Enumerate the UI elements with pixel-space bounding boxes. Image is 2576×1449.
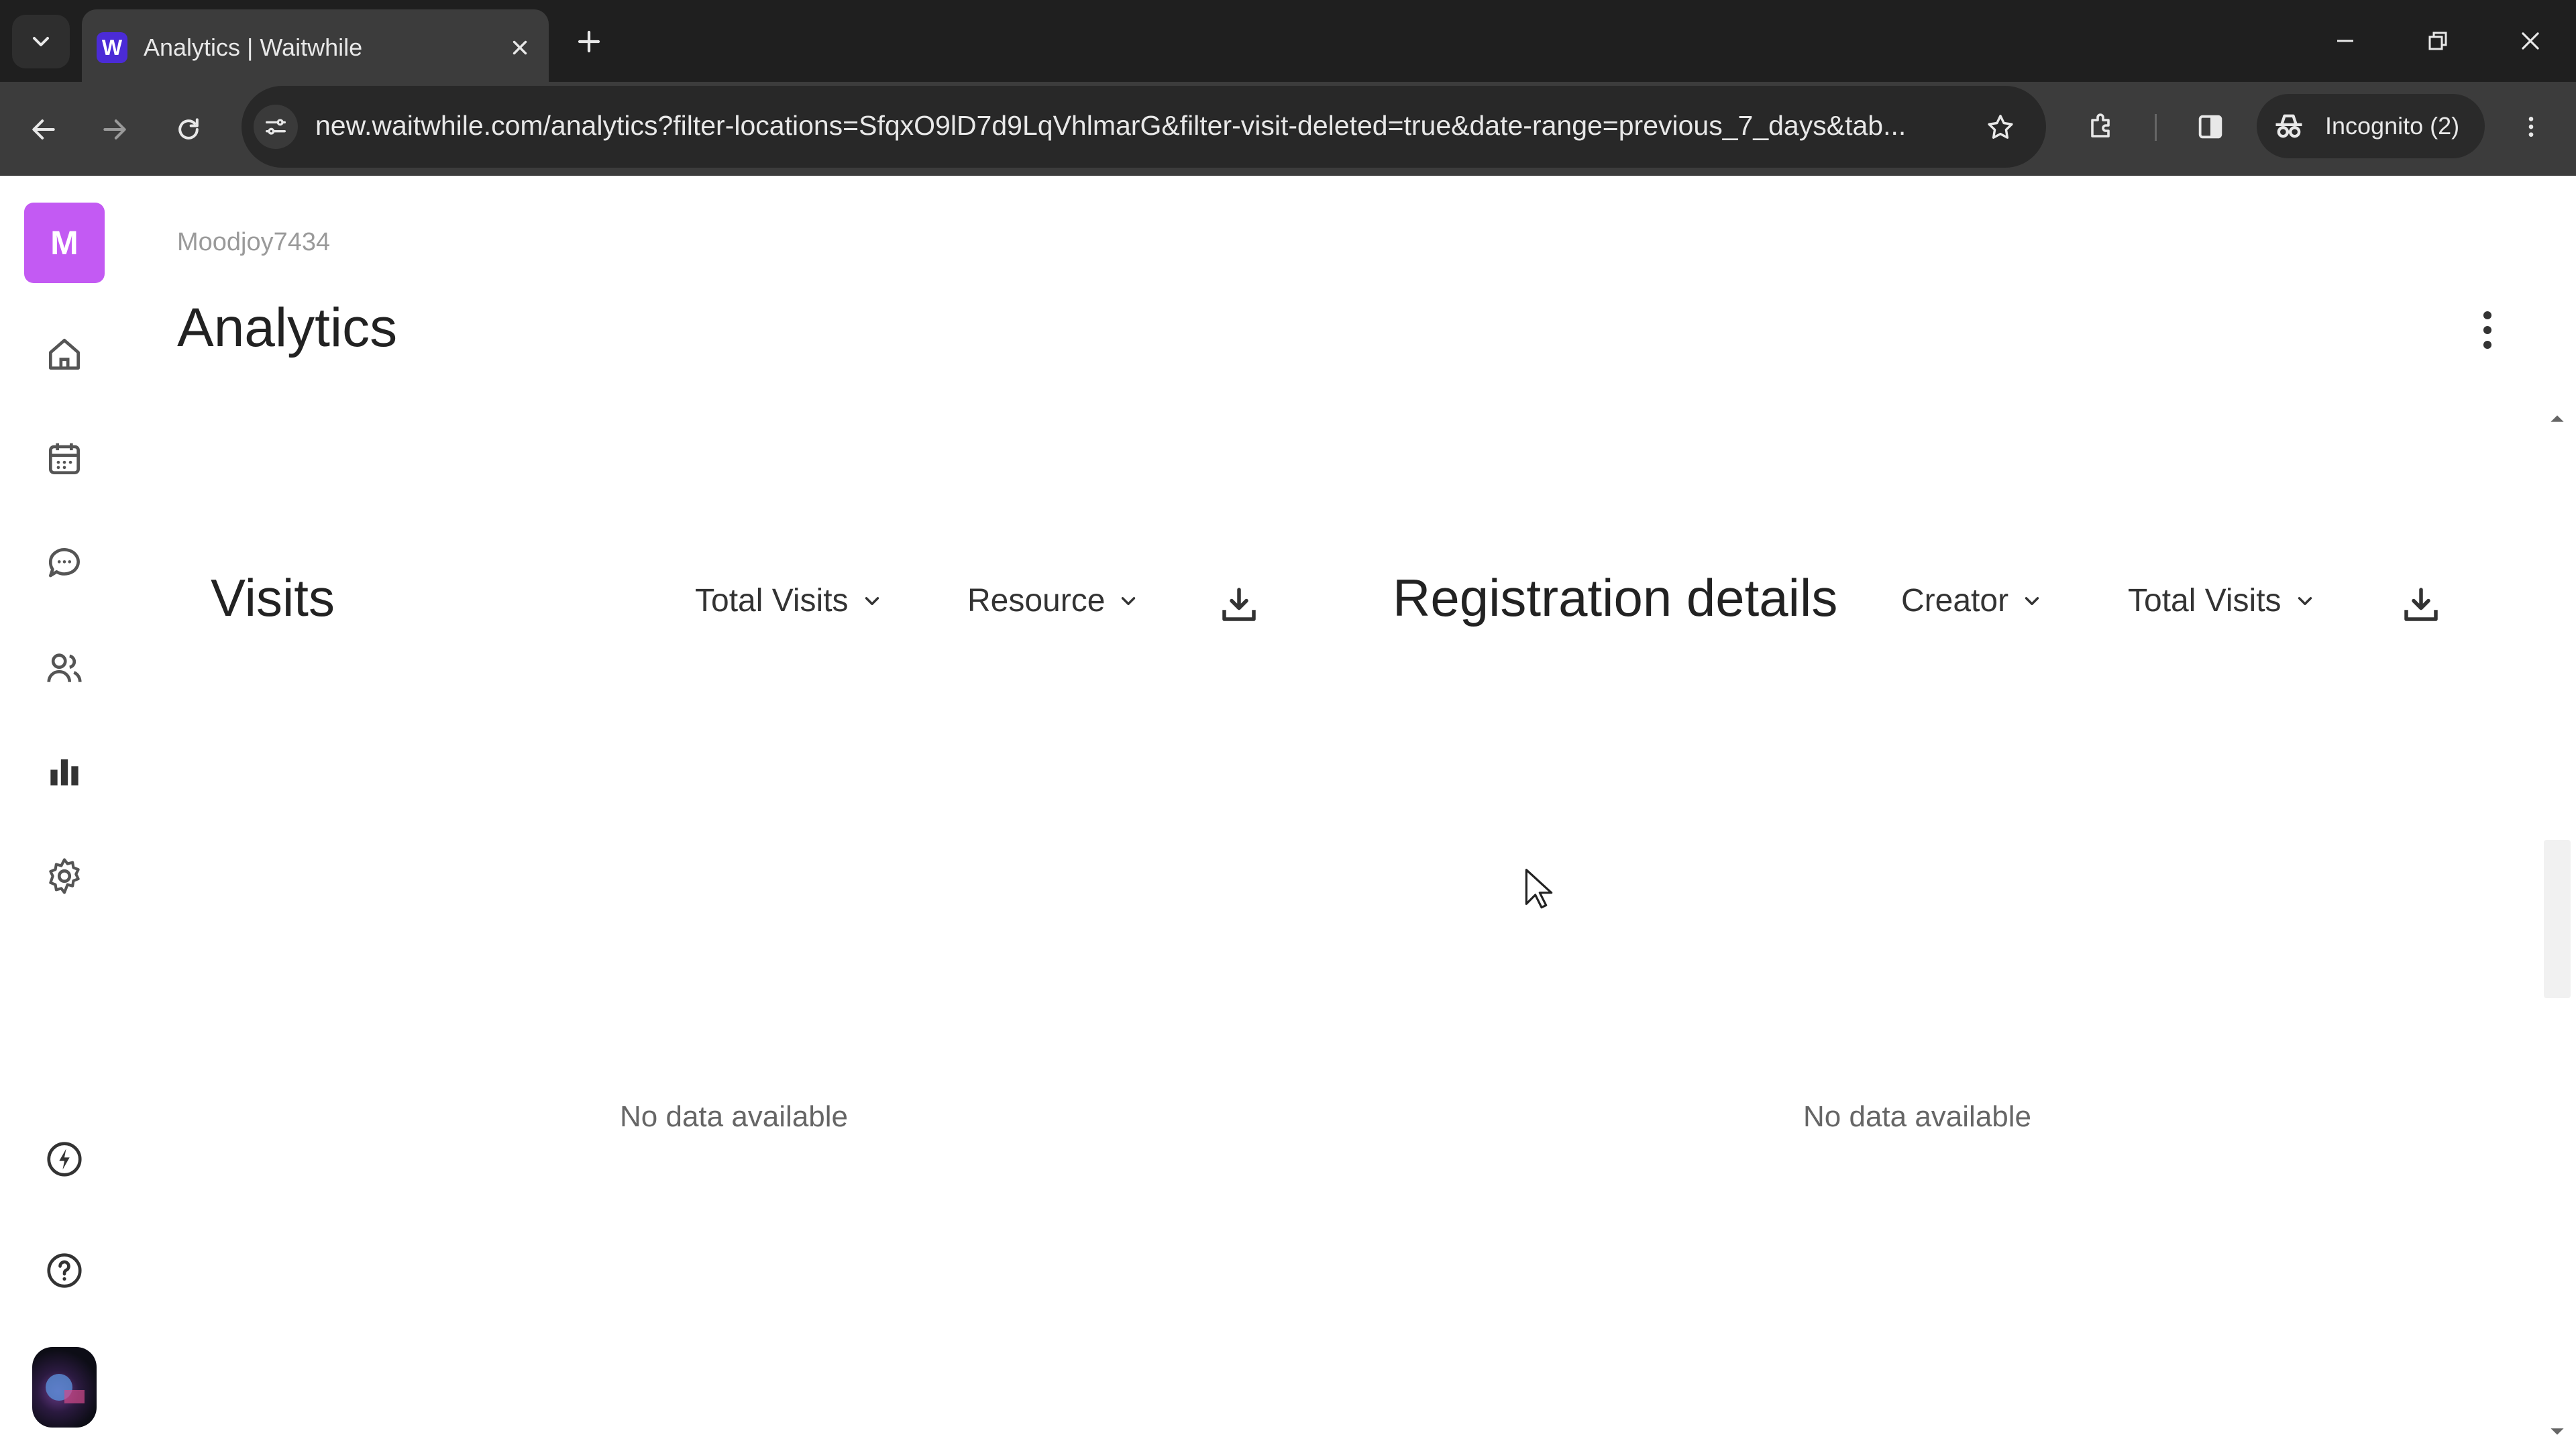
home-icon [49,339,80,370]
chevron-down-icon [2298,596,2312,605]
more-vertical-icon [2483,311,2492,350]
arrow-right-icon [103,119,126,140]
reload-icon [178,118,199,140]
sidebar-item-home[interactable] [40,330,89,378]
browser-tab-active[interactable]: W Analytics | Waitwhile [82,9,549,82]
registration-download-button[interactable] [2398,581,2445,628]
download-icon [2404,588,2438,621]
analytics-icon [50,759,78,786]
workspace-name[interactable]: Moodjoy7434 [177,228,330,257]
visits-empty-state: No data available [620,1100,849,1133]
visits-title: Visits [211,568,335,627]
user-avatar[interactable] [32,1347,97,1428]
browser-menu-button[interactable] [2508,103,2555,150]
reload-button[interactable] [165,106,212,153]
registration-empty-state: No data available [1803,1100,2032,1133]
waitwhile-favicon-icon: W [97,32,127,63]
tune-icon [266,119,286,135]
restore-icon [2428,32,2447,50]
calendar-icon [49,443,80,474]
side-panel-button[interactable] [2187,103,2234,150]
back-button[interactable] [20,106,67,153]
puzzle-icon [2091,113,2110,138]
page-title: Analytics [177,297,398,358]
restore-button[interactable] [2404,11,2471,71]
registration-metric-dropdown[interactable]: Total Visits [2128,582,2316,619]
url-text[interactable]: new.waitwhile.com/analytics?filter-locat… [315,110,1952,142]
browser-tab-bar: W Analytics | Waitwhile [0,0,2576,82]
close-window-button[interactable] [2497,11,2564,71]
avatar-graphic [64,1390,85,1403]
settings-icon [49,858,80,894]
sidebar-item-whats-new[interactable] [40,1135,89,1183]
close-icon [513,40,527,55]
visits-metric-dropdown[interactable]: Total Visits [695,582,883,619]
toolbar-divider [2155,114,2157,141]
incognito-icon [2275,114,2302,138]
sidebar-item-customers[interactable] [40,644,89,692]
chevron-down-icon [865,596,879,605]
minimize-button[interactable] [2312,11,2379,71]
tab-title: Analytics | Waitwhile [144,34,363,61]
dropdown-label: Resource [967,583,1106,619]
incognito-badge[interactable]: Incognito (2) [2257,94,2485,158]
chevron-down-icon [33,37,49,46]
sidebar-item-help[interactable] [40,1246,89,1295]
download-icon [1222,588,1256,621]
site-info-button[interactable] [254,105,298,149]
workspace-logo[interactable]: M [24,203,105,283]
dropdown-label: Creator [1901,583,2009,619]
address-bar[interactable]: new.waitwhile.com/analytics?filter-locat… [241,86,2046,168]
dropdown-label: Total Visits [2128,583,2282,619]
bookmark-button[interactable] [1979,106,2022,149]
lightning-icon [47,1142,82,1177]
incognito-label: Incognito (2) [2325,112,2460,140]
registration-title: Registration details [1393,568,1838,627]
chat-icon [49,548,80,578]
new-tab-button[interactable] [568,20,610,63]
visits-download-button[interactable] [1216,581,1263,628]
scroll-down-arrow-icon[interactable] [2549,1424,2565,1440]
star-icon [1988,115,2013,139]
scroll-up-arrow-icon[interactable] [2549,411,2565,427]
sidebar-item-messages[interactable] [40,539,89,588]
tab-close-button[interactable] [502,30,538,66]
forward-button[interactable] [91,106,138,153]
sidebar-item-calendar[interactable] [40,435,89,483]
app-sidebar: M [0,176,127,1449]
visits-group-dropdown[interactable]: Resource [967,582,1140,619]
chevron-down-icon [2025,596,2039,605]
registration-group-dropdown[interactable]: Creator [1901,582,2043,619]
page-menu-button[interactable] [2469,303,2506,357]
extensions-button[interactable] [2078,103,2125,150]
close-icon [2522,32,2539,50]
minimize-icon [2337,40,2353,42]
side-panel-icon [2198,115,2222,139]
more-vertical-icon [2528,117,2534,137]
help-icon [47,1253,82,1288]
chevron-down-icon [1122,596,1136,605]
sidebar-item-analytics[interactable] [40,747,89,796]
users-icon [47,653,82,682]
scrollbar-thumb[interactable] [2544,840,2571,998]
mouse-cursor-icon [1525,869,1553,909]
arrow-left-icon [32,119,55,140]
tab-search-button[interactable] [12,15,70,68]
sidebar-item-settings[interactable] [40,852,89,900]
dropdown-label: Total Visits [695,583,849,619]
plus-icon [578,30,600,53]
